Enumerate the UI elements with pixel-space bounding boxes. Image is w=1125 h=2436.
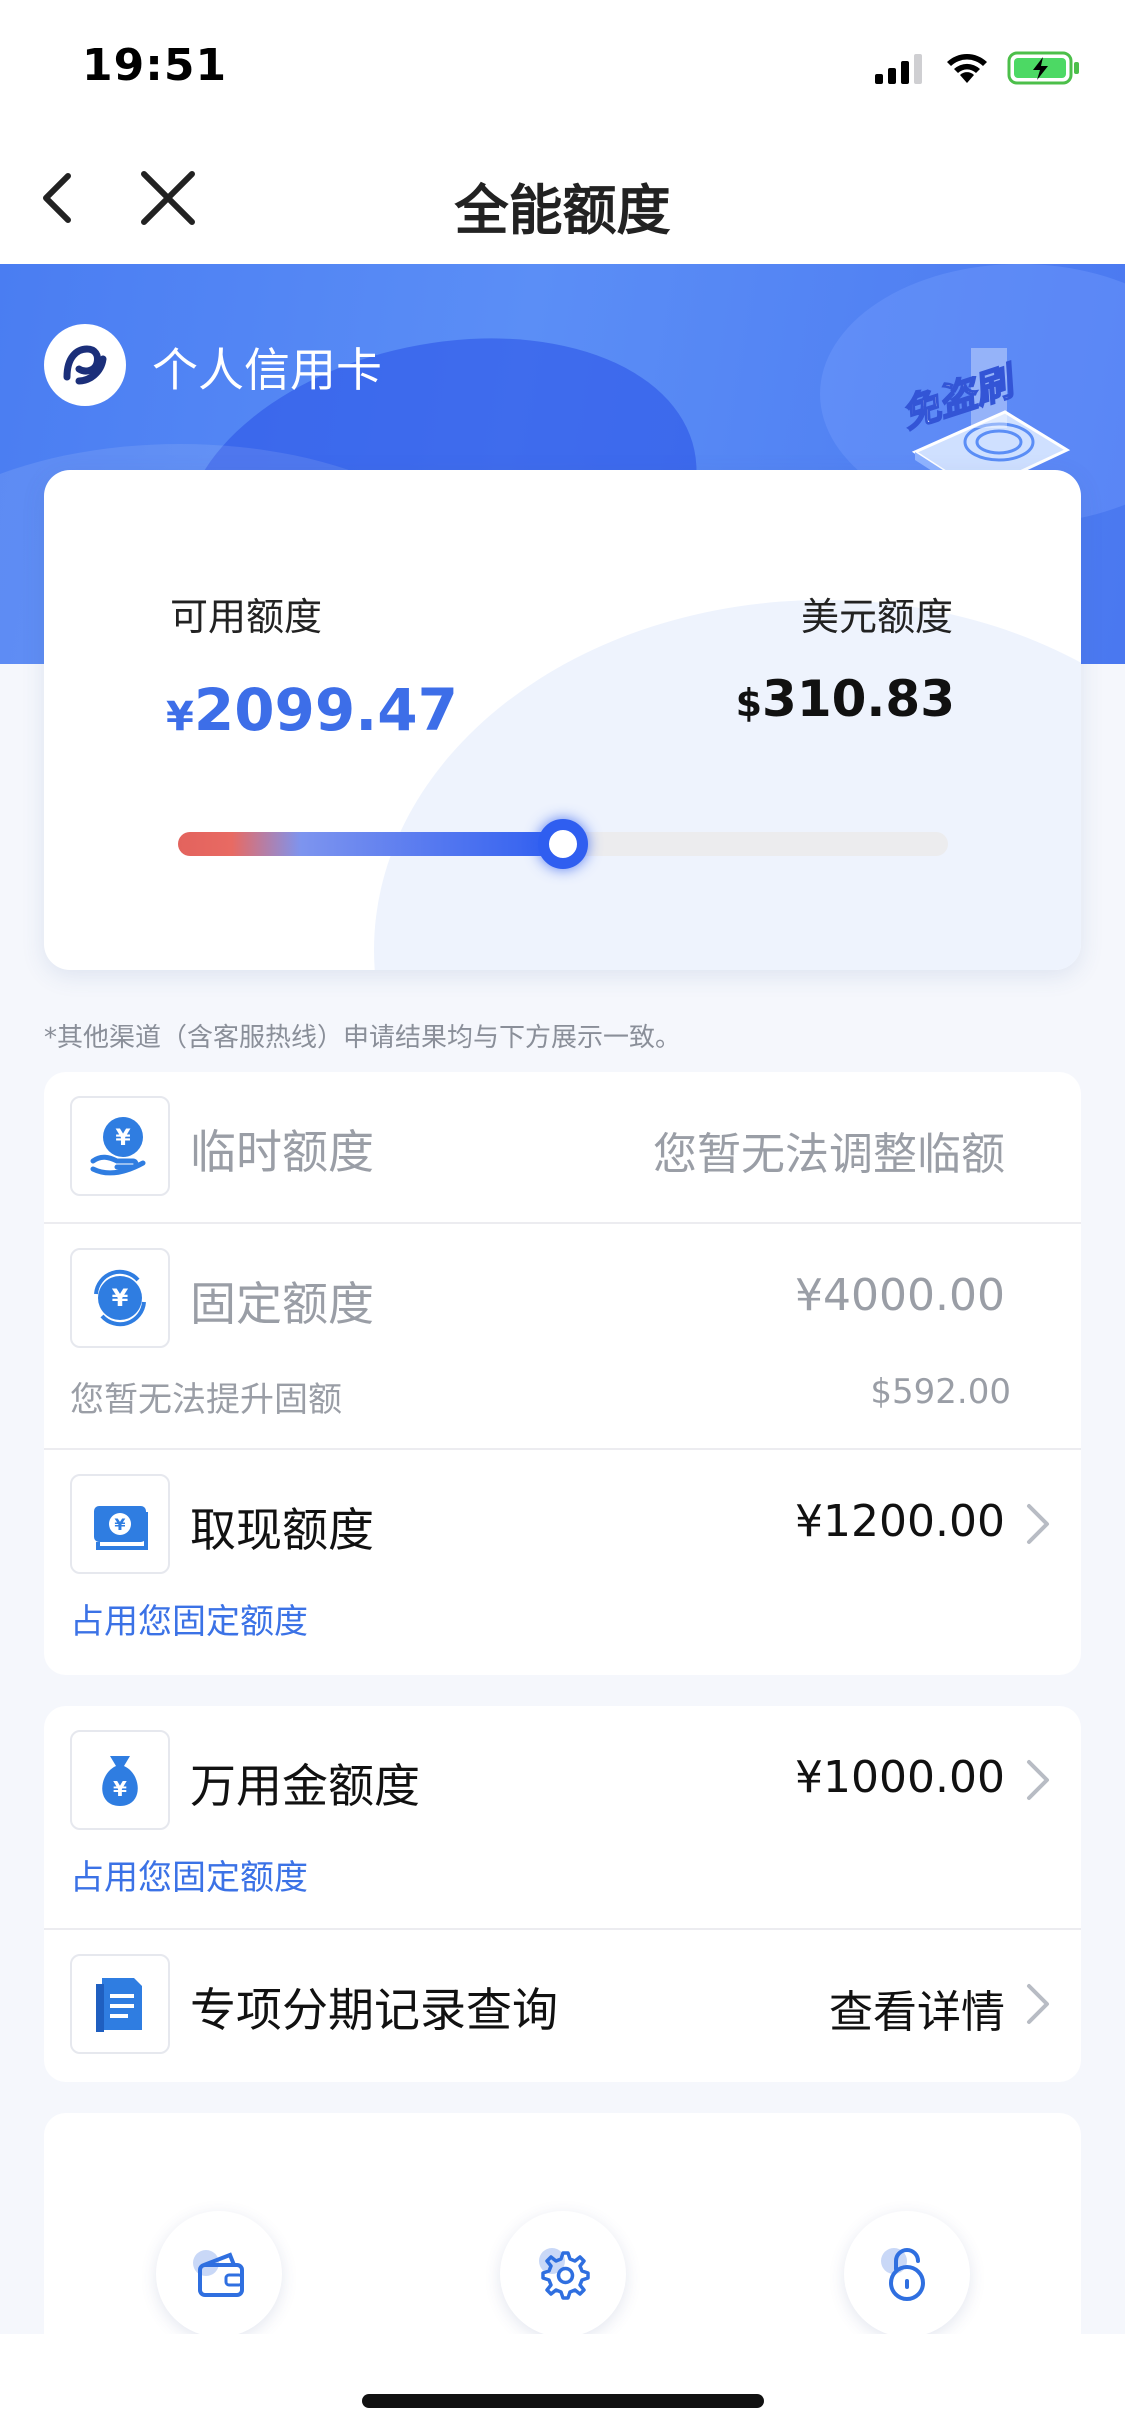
temporary-limit-status: 您暂无法调整临额 — [653, 1129, 1005, 1180]
installment-record-row[interactable]: 专项分期记录查询 查看详情 — [44, 1930, 1081, 2082]
cash-limit-row[interactable]: ¥ 取现额度 ¥1200.00 占用您固定额度 — [44, 1450, 1081, 1675]
available-limit-value: ¥2099.47 — [166, 676, 458, 744]
wifi-icon — [947, 54, 987, 83]
gear-icon — [539, 2248, 590, 2300]
svg-text:¥: ¥ — [113, 1777, 127, 1801]
svg-text:¥: ¥ — [115, 1126, 131, 1151]
limit-usage-thumb — [538, 819, 588, 869]
wallet-icon — [193, 2250, 244, 2297]
wanyongjin-limit-value: ¥1000.00 — [795, 1752, 1005, 1803]
svg-text:¥: ¥ — [112, 1284, 129, 1312]
wanyongjin-limit-title: 万用金额度 — [190, 1759, 420, 1813]
fixed-limit-title: 固定额度 — [190, 1277, 374, 1331]
available-limit-label: 可用额度 — [170, 595, 323, 639]
limit-usage-fill — [178, 832, 563, 856]
card-decoration — [374, 600, 1081, 970]
usd-limit-value: $310.83 — [736, 670, 955, 728]
fixed-limit-note: 您暂无法提升固额 — [70, 1380, 342, 1420]
page-title: 全能额度 — [454, 179, 671, 242]
money-bag-icon: ¥ — [70, 1730, 170, 1830]
unlock-button[interactable] — [844, 2211, 970, 2337]
cash-limit-value: ¥1200.00 — [795, 1496, 1005, 1547]
hand-yuan-icon: ¥ — [70, 1096, 170, 1196]
usd-amount: 310.83 — [762, 670, 955, 728]
installment-record-link[interactable]: 查看详情 — [829, 1976, 1005, 2040]
available-amount: 2099.47 — [193, 676, 459, 744]
home-indicator — [362, 2394, 764, 2408]
nav-bar: 全能额度 — [0, 132, 1125, 264]
wallet-button[interactable] — [156, 2211, 282, 2337]
signal-icon — [875, 54, 922, 84]
credit-limit-card: 可用额度 ¥2099.47 美元额度 $310.83 — [44, 470, 1081, 970]
status-time: 19:51 — [82, 40, 228, 91]
cash-limit-note: 占用您固定额度 — [70, 1602, 308, 1642]
svg-text:¥: ¥ — [114, 1515, 125, 1534]
yuan-cycle-icon: ¥ — [70, 1248, 170, 1348]
usd-limit-label: 美元额度 — [800, 595, 953, 639]
currency-symbol: $ — [735, 681, 763, 725]
chevron-right-icon — [1027, 1984, 1049, 2024]
battery-charging-icon — [1007, 51, 1079, 85]
cash-limit-title: 取现额度 — [190, 1503, 374, 1557]
status-icons — [875, 48, 1081, 88]
document-list-icon — [70, 1954, 170, 2054]
bottom-safe-area — [0, 2334, 1125, 2436]
wanyongjin-limit-row[interactable]: ¥ 万用金额度 ¥1000.00 占用您固定额度 — [44, 1706, 1081, 1928]
channel-notice: *其他渠道（含客服热线）申请结果均与下方展示一致。 — [44, 1023, 682, 1053]
extra-limit-panel: ¥ 万用金额度 ¥1000.00 占用您固定额度 专项分期记录查询 查看详情 — [44, 1706, 1081, 2082]
unlock-icon — [881, 2248, 925, 2301]
fixed-limit-row: ¥ 固定额度 ¥4000.00 您暂无法提升固额 $592.00 — [44, 1224, 1081, 1448]
fixed-limit-value: ¥4000.00 — [795, 1270, 1005, 1321]
currency-symbol: ¥ — [166, 694, 194, 740]
limit-usage-bar — [178, 819, 948, 869]
temporary-limit-title: 临时额度 — [190, 1125, 374, 1179]
fixed-limit-usd-value: $592.00 — [870, 1372, 1011, 1412]
chevron-right-icon — [1027, 1760, 1049, 1800]
status-bar: 19:51 — [0, 0, 1125, 132]
card-brand-name: 个人信用卡 — [152, 343, 382, 397]
temporary-limit-row: ¥ 临时额度 您暂无法调整临额 — [44, 1072, 1081, 1222]
installment-record-title: 专项分期记录查询 — [190, 1983, 558, 2037]
chevron-right-icon — [1027, 1504, 1049, 1544]
cash-note-icon: ¥ — [70, 1474, 170, 1574]
settings-button[interactable] — [500, 2211, 626, 2337]
limit-list-panel: ¥ 临时额度 您暂无法调整临额 ¥ 固定额度 ¥4000.00 您暂无法提升固额… — [44, 1072, 1081, 1675]
wanyongjin-limit-note: 占用您固定额度 — [70, 1858, 308, 1898]
bank-logo-icon — [44, 324, 126, 406]
